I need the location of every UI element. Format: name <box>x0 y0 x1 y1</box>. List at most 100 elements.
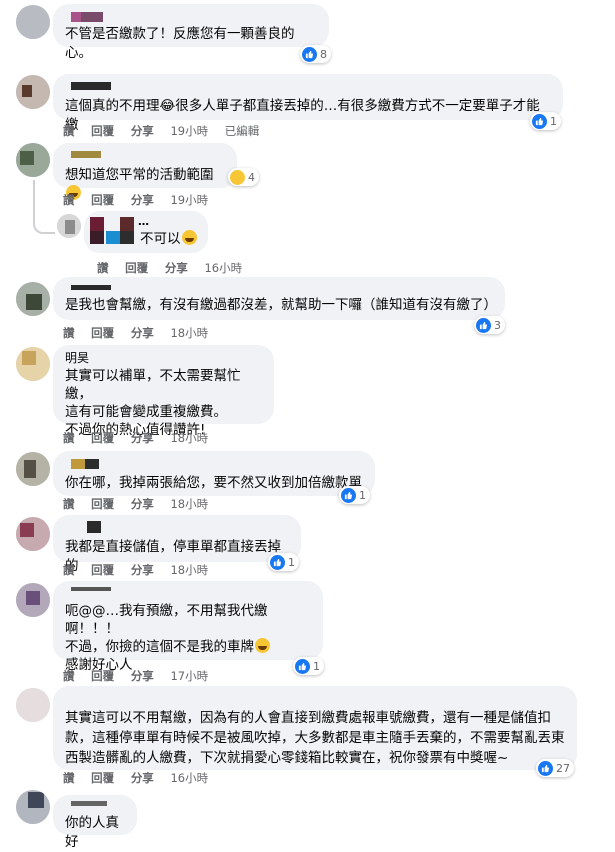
avatar[interactable] <box>16 517 50 551</box>
thread-line <box>33 180 55 234</box>
comment-bubble: 呃@@…我有預繳，不用幫我代繳啊！！！ 不過，你撿的這個不是我的車牌 感謝好心人 <box>53 581 323 673</box>
haha-reaction-icon <box>230 169 245 185</box>
comment-text: 你的人真好 <box>65 815 119 850</box>
comment-actions: 讚 回覆 分享 19小時 已編輯 <box>63 123 272 139</box>
like-button[interactable]: 讚 <box>63 326 75 340</box>
comment-actions: 讚 回覆 分享 16小時 <box>97 260 255 276</box>
reaction-summary[interactable]: 8 <box>300 45 331 63</box>
reply-button[interactable]: 回覆 <box>91 193 114 207</box>
share-button[interactable]: 分享 <box>131 669 154 683</box>
share-button[interactable]: 分享 <box>165 261 188 275</box>
avatar[interactable] <box>16 75 50 109</box>
share-button[interactable]: 分享 <box>131 563 154 577</box>
reaction-summary[interactable]: 1 <box>339 486 370 504</box>
avatar[interactable] <box>16 688 50 722</box>
share-button[interactable]: 分享 <box>131 124 154 138</box>
commenter-name[interactable]: 明昊 <box>65 351 262 365</box>
comment-actions: 讚 回覆 分享 18小時 <box>63 562 221 578</box>
like-button[interactable]: 讚 <box>63 771 75 785</box>
commenter-name[interactable] <box>65 80 551 94</box>
like-button[interactable]: 讚 <box>97 261 109 275</box>
avatar[interactable] <box>16 583 50 617</box>
edited-label: 已編輯 <box>224 124 260 138</box>
reply-button[interactable]: 回覆 <box>91 669 114 683</box>
comment-bubble: 你的人真好 <box>53 795 137 850</box>
comment-actions: 讚 回覆 分享 18小時 <box>63 430 221 446</box>
reaction-summary[interactable]: 27 <box>536 759 574 777</box>
reply-button[interactable]: 回覆 <box>91 563 114 577</box>
share-button[interactable]: 分享 <box>131 497 154 511</box>
comment-bubble: 其實這可以不用幫繳，因為有的人會直接到繳費處報車號繳費，還有一種是儲值扣 款，這… <box>53 686 577 770</box>
comment-text: 是我也會幫繳，有沒有繳過都沒差，就幫助一下囉（誰知道有沒有繳了） <box>65 297 497 313</box>
avatar[interactable] <box>16 347 50 381</box>
comment-actions: 讚 回覆 分享 16小時 <box>63 770 221 786</box>
timestamp[interactable]: 18小時 <box>170 497 208 511</box>
share-button[interactable]: 分享 <box>131 431 154 445</box>
share-button[interactable]: 分享 <box>131 193 154 207</box>
comment-text: 其實這可以不用幫繳，因為有的人會直接到繳費處報車號繳費，還有一種是儲值扣 款，這… <box>65 710 565 766</box>
commenter-name[interactable] <box>65 149 225 163</box>
comment-text: 其實可以補單，不太需要幫忙繳， 這有可能會變成重複繳費。 不過你的熱心值得讚許! <box>65 368 241 438</box>
reply-button[interactable]: 回覆 <box>91 326 114 340</box>
comment-text: 你在哪，我掉兩張給您，要不然又收到加倍繳款單 <box>65 475 362 491</box>
like-icon <box>341 487 356 503</box>
reply-button[interactable]: 回覆 <box>91 497 114 511</box>
share-button[interactable]: 分享 <box>131 771 154 785</box>
like-button[interactable]: 讚 <box>63 669 75 683</box>
commenter-name[interactable] <box>65 521 289 535</box>
share-button[interactable]: 分享 <box>131 326 154 340</box>
comment-bubble: 明昊 其實可以補單，不太需要幫忙繳， 這有可能會變成重複繳費。 不過你的熱心值得… <box>53 345 274 438</box>
comment-bubble: 這個真的不用理😂很多人單子都直接丟掉的…有很多繳費方式不一定要單子才能繳 <box>53 74 563 133</box>
like-icon <box>302 46 317 62</box>
commenter-name[interactable] <box>65 10 317 24</box>
timestamp[interactable]: 19小時 <box>170 193 208 207</box>
commenter-name[interactable] <box>65 587 311 601</box>
avatar[interactable] <box>16 5 50 39</box>
commenter-name[interactable] <box>65 457 363 471</box>
comment-bubble: 想知道您平常的活動範圍 <box>53 143 237 200</box>
timestamp[interactable]: 17小時 <box>170 669 208 683</box>
reaction-summary[interactable]: 1 <box>268 553 299 571</box>
avatar[interactable] <box>57 214 81 238</box>
like-button[interactable]: 讚 <box>63 497 75 511</box>
commenter-name[interactable] <box>65 283 493 297</box>
reaction-summary[interactable]: 3 <box>474 316 505 334</box>
like-icon <box>476 317 491 333</box>
comment-text: 呃@@…我有預繳，不用幫我代繳啊！！！ 不過，你撿的這個不是我的車牌 感謝好心人 <box>65 602 311 674</box>
like-button[interactable]: 讚 <box>63 431 75 445</box>
timestamp[interactable]: 18小時 <box>170 431 208 445</box>
comment-actions: 讚 回覆 分享 18小時 <box>63 496 221 512</box>
comment-bubble: 是我也會幫繳，有沒有繳過都沒差，就幫助一下囉（誰知道有沒有繳了） <box>53 277 505 320</box>
avatar[interactable] <box>16 790 50 824</box>
timestamp[interactable]: 18小時 <box>170 326 208 340</box>
reaction-summary[interactable]: 1 <box>293 657 324 675</box>
timestamp[interactable]: 19小時 <box>170 124 208 138</box>
like-button[interactable]: 讚 <box>63 563 75 577</box>
comment-bubble: 我都是直接儲值，停車單都直接丟掉的 <box>53 515 301 574</box>
like-button[interactable]: 讚 <box>63 193 75 207</box>
comment-text: 不可以 <box>140 230 198 249</box>
comment-actions: 讚 回覆 分享 17小時 <box>63 668 221 684</box>
comment-actions: 讚 回覆 分享 18小時 <box>63 325 221 341</box>
timestamp[interactable]: 18小時 <box>170 563 208 577</box>
timestamp[interactable]: 16小時 <box>204 261 242 275</box>
like-icon <box>295 658 310 674</box>
comment-bubble: … 不可以 <box>84 211 208 253</box>
comment-bubble: 你在哪，我掉兩張給您，要不然又收到加倍繳款單 <box>53 451 375 496</box>
reply-button[interactable]: 回覆 <box>91 124 114 138</box>
timestamp[interactable]: 16小時 <box>170 771 208 785</box>
reaction-summary[interactable]: 4 <box>228 168 259 186</box>
reply-button[interactable]: 回覆 <box>125 261 148 275</box>
avatar[interactable] <box>16 452 50 486</box>
like-icon <box>270 554 285 570</box>
avatar[interactable] <box>16 282 50 316</box>
commenter-name[interactable] <box>65 801 125 815</box>
commenter-name[interactable]: … <box>138 215 149 228</box>
rofl-emoji-icon <box>255 638 270 653</box>
reply-button[interactable]: 回覆 <box>91 431 114 445</box>
reply-button[interactable]: 回覆 <box>91 771 114 785</box>
like-button[interactable]: 讚 <box>63 124 75 138</box>
reaction-summary[interactable]: 1 <box>530 112 561 130</box>
avatar[interactable] <box>16 143 50 177</box>
like-icon <box>532 113 547 129</box>
